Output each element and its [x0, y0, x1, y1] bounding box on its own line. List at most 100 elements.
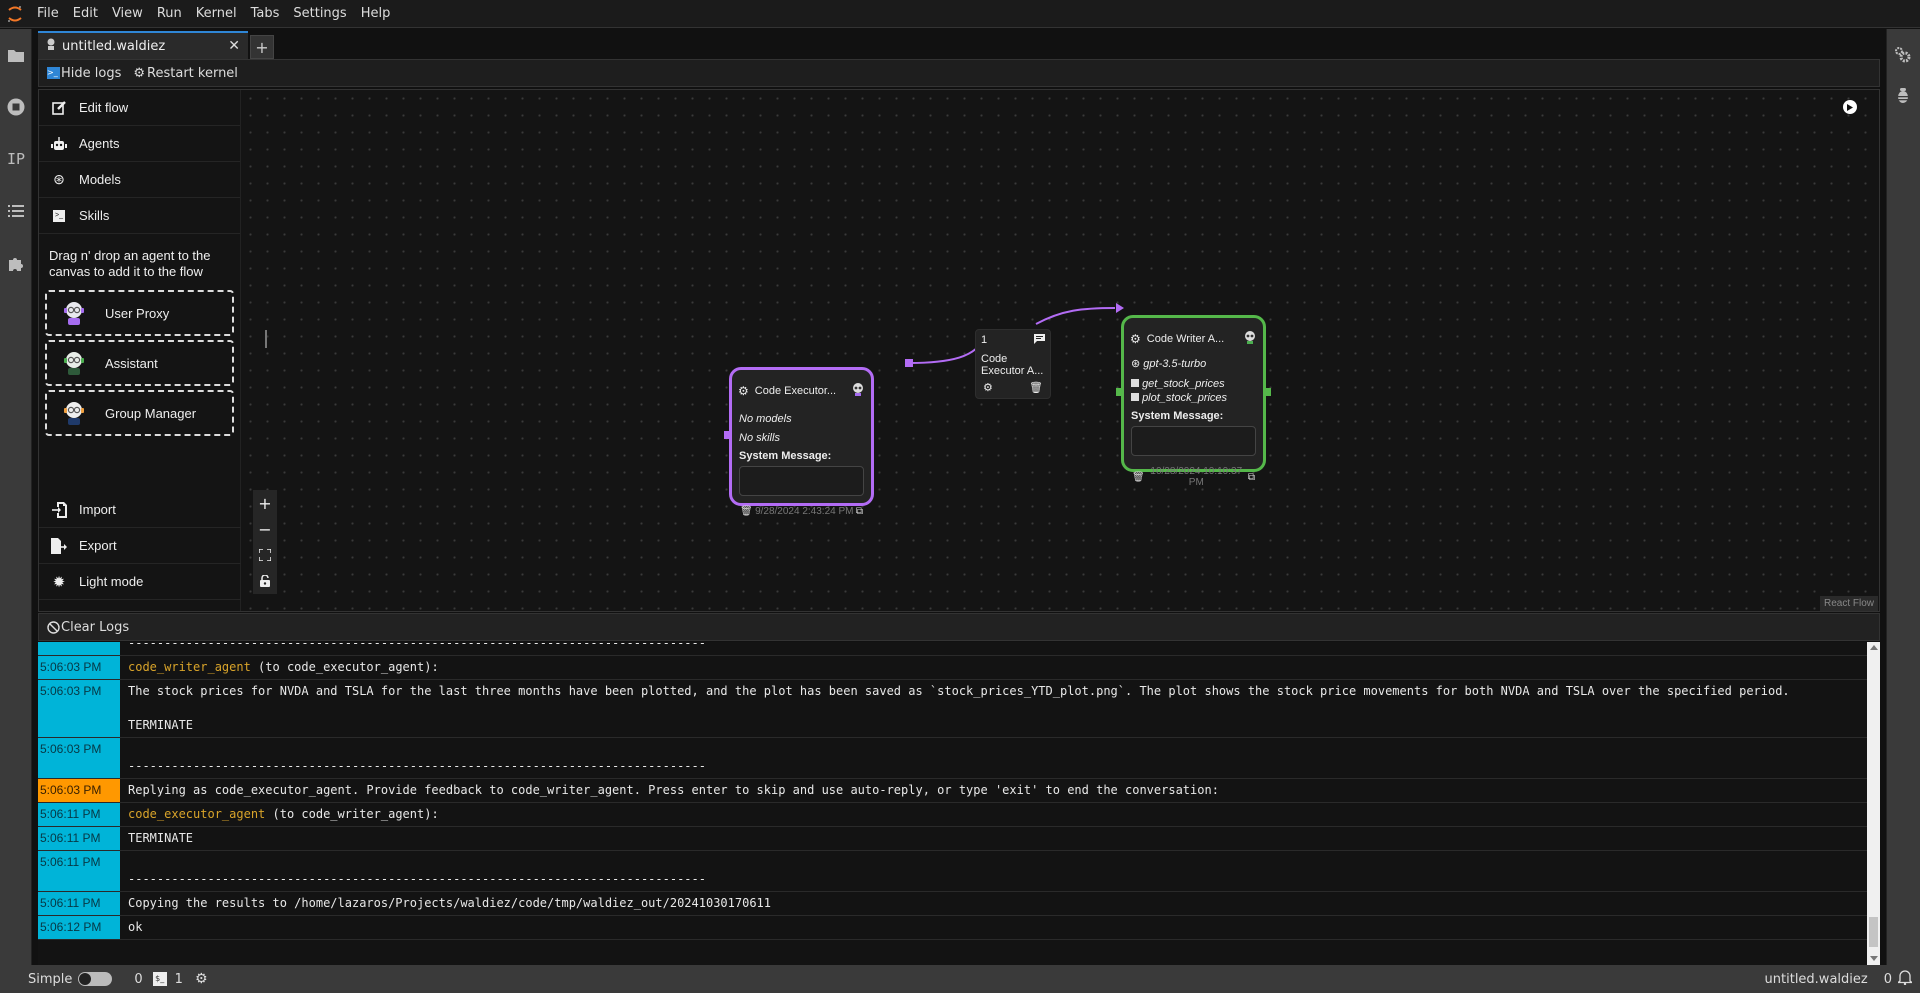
debugger-bug-icon[interactable] — [1887, 81, 1919, 111]
ban-icon — [47, 620, 60, 634]
sidebar-item-label: Export — [79, 538, 117, 553]
executor-left-handle[interactable] — [724, 431, 732, 439]
edge-message-icon[interactable] — [1034, 334, 1045, 347]
scroll-thumb[interactable] — [1869, 917, 1878, 947]
writer-left-handle[interactable] — [1116, 388, 1124, 396]
draggable-agent-assistant[interactable]: Assistant — [45, 340, 234, 386]
edge-layer — [908, 303, 1124, 364]
log-message: ----------------------------------------… — [120, 642, 1867, 655]
menu-edit[interactable]: Edit — [66, 0, 105, 28]
tab-untitled-waldiez[interactable]: untitled.waldiez ✕ — [38, 31, 248, 59]
copy-node-icon[interactable]: ⧉ — [1248, 472, 1255, 483]
import-icon — [49, 501, 69, 518]
kernels-count[interactable]: 1 — [175, 972, 183, 987]
system-message-input[interactable] — [739, 466, 864, 496]
menu-run[interactable]: Run — [150, 0, 189, 28]
log-entry: 5:06:12 PM ok — [38, 916, 1867, 940]
user-proxy-avatar-icon — [64, 302, 84, 325]
log-message: code_executor_agent (to code_writer_agen… — [120, 803, 1867, 826]
sidebar-item-skills[interactable]: >_ Skills — [39, 198, 240, 234]
terminal-icon: >_ — [47, 67, 60, 79]
simple-mode-toggle[interactable] — [78, 972, 113, 986]
agent-card-label: Group Manager — [105, 405, 197, 421]
log-entry: 5:06:11 PM code_executor_agent (to code_w… — [38, 803, 1867, 827]
new-tab-button[interactable]: + — [250, 35, 274, 59]
table-of-contents-icon[interactable] — [0, 185, 32, 237]
react-flow-attribution[interactable]: React Flow — [1819, 596, 1878, 611]
restart-kernel-button[interactable]: ⚙ Restart kernel — [133, 66, 238, 81]
node-date: 10/28/2024 10:10:37 PM — [1150, 466, 1243, 488]
clear-logs-button[interactable]: Clear Logs — [47, 620, 129, 635]
menu-kernel[interactable]: Kernel — [189, 0, 244, 28]
system-message-label: System Message: — [739, 450, 832, 462]
close-tab-icon[interactable]: ✕ — [228, 38, 240, 54]
sidebar-item-models[interactable]: ⊛ Models — [39, 162, 240, 198]
log-text: ----------------------------------------… — [128, 759, 706, 773]
sun-icon: ✹ — [52, 573, 66, 591]
sidebar-item-import[interactable]: Import — [39, 492, 241, 528]
ip-icon[interactable]: IP — [0, 133, 32, 185]
delete-node-icon[interactable]: 🗑 — [740, 506, 753, 517]
draggable-agent-group-manager[interactable]: Group Manager — [45, 390, 234, 436]
assistant-avatar-icon — [64, 352, 84, 375]
menu-settings[interactable]: Settings — [286, 0, 353, 28]
node-settings-gear-icon[interactable]: ⚙ — [1130, 332, 1141, 346]
node-settings-gear-icon[interactable]: ⚙ — [738, 384, 749, 398]
notifications-count[interactable]: 0 — [1884, 972, 1892, 987]
fit-view-button[interactable] — [253, 542, 277, 568]
node-title: Code Executor... — [754, 384, 837, 397]
log-entry: 5:06:11 PM TERMINATE — [38, 827, 1867, 851]
running-kernels-icon[interactable] — [0, 81, 32, 133]
scroll-down-icon[interactable] — [1870, 956, 1878, 961]
log-text: ok — [128, 920, 143, 934]
hide-logs-button[interactable]: >_ Hide logs — [47, 66, 121, 81]
scroll-up-icon[interactable] — [1870, 645, 1878, 650]
log-timestamp: 5:06:11 PM — [38, 892, 120, 915]
edge-label-line1: Code — [981, 353, 1008, 365]
run-flow-button[interactable] — [1843, 100, 1857, 114]
jupyter-logo-icon — [0, 0, 30, 28]
property-inspector-gears-icon[interactable] — [1887, 29, 1919, 81]
edge-delete-icon[interactable]: 🗑 — [1029, 381, 1043, 394]
toolbar: >_ Hide logs ⚙ Restart kernel — [38, 59, 1880, 87]
delete-node-icon[interactable]: 🗑 — [1132, 472, 1145, 483]
terminals-count[interactable]: 0 — [134, 972, 142, 987]
sidebar-item-label: Light mode — [79, 574, 144, 589]
sidebar-item-export[interactable]: Export — [39, 528, 241, 564]
flow-canvas[interactable]: ⚙ Code Executor... No models No skills S… — [242, 90, 1879, 611]
bell-icon[interactable] — [1896, 969, 1914, 989]
zoom-in-button[interactable]: + — [253, 490, 277, 516]
menu-tabs[interactable]: Tabs — [244, 0, 287, 28]
menu-file[interactable]: File — [30, 0, 66, 28]
agent-node-code-writer[interactable]: ⚙ Code Writer A... ⊛ gpt-3.5-turbo get_s… — [1121, 315, 1266, 488]
sidebar-item-edit-flow[interactable]: Edit flow — [39, 90, 240, 126]
clear-logs-label: Clear Logs — [61, 619, 130, 635]
draggable-agent-user-proxy[interactable]: User Proxy — [45, 290, 234, 336]
log-text: ----------------------------------------… — [128, 872, 706, 886]
copy-node-icon[interactable]: ⧉ — [856, 506, 863, 517]
edge-label-card[interactable]: 1 Code Executor A... ⚙ 🗑 — [975, 329, 1051, 399]
sidebar-resize-handle[interactable] — [265, 330, 267, 348]
executor-right-handle[interactable] — [905, 359, 913, 367]
zoom-out-button[interactable]: − — [253, 516, 277, 542]
puzzle-icon[interactable] — [0, 237, 32, 289]
sidebar-item-light-mode[interactable]: ✹ Light mode — [39, 564, 241, 600]
edge-settings-gear-icon[interactable]: ⚙ — [983, 381, 993, 394]
system-message-input[interactable] — [1131, 426, 1256, 456]
sidebar-item-agents[interactable]: Agents — [39, 126, 240, 162]
edge-order: 1 — [981, 334, 988, 346]
edit-icon — [49, 100, 69, 115]
log-scrollbar[interactable] — [1867, 642, 1880, 965]
log-timestamp: 5:06:11 PM — [38, 803, 120, 826]
flow-edge[interactable] — [908, 347, 978, 364]
skill-name: get_stock_prices — [1142, 378, 1225, 390]
lock-button[interactable] — [253, 568, 277, 594]
log-entry: 5:06:11 PM Copying the results to /home/l… — [38, 892, 1867, 916]
menu-help[interactable]: Help — [354, 0, 398, 28]
log-timestamp — [38, 642, 120, 655]
log-message: The stock prices for NVDA and TSLA for t… — [120, 680, 1867, 737]
agent-node-code-executor[interactable]: ⚙ Code Executor... No models No skills S… — [729, 367, 874, 517]
menu-view[interactable]: View — [105, 0, 150, 28]
writer-right-handle[interactable] — [1263, 388, 1271, 396]
folder-icon[interactable] — [0, 29, 32, 81]
